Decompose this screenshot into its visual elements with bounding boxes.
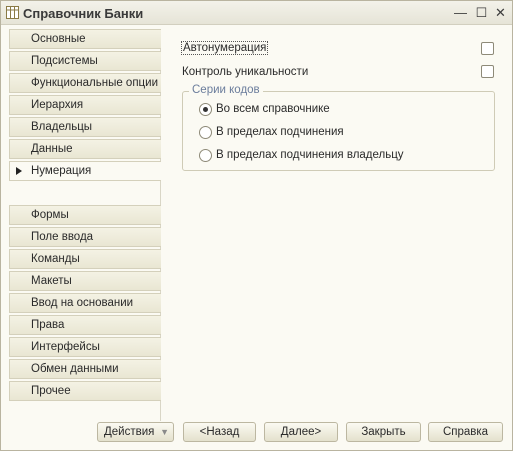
sidebar-item-interfeysy[interactable]: Интерфейсы bbox=[9, 337, 161, 357]
sidebar-item-makety[interactable]: Макеты bbox=[9, 271, 161, 291]
active-tab-marker-icon bbox=[16, 167, 22, 175]
radio-button[interactable] bbox=[199, 149, 212, 162]
sidebar-item-label: Права bbox=[31, 319, 65, 331]
sidebar-tabs: Основные Подсистемы Функциональные опции… bbox=[9, 29, 161, 421]
sidebar-item-label: Владельцы bbox=[31, 121, 93, 133]
sidebar-item-prochee[interactable]: Прочее bbox=[9, 381, 161, 401]
sidebar-item-label: Интерфейсы bbox=[31, 341, 100, 353]
sidebar-item-podsistemy[interactable]: Подсистемы bbox=[9, 51, 161, 71]
radio-label: В пределах подчинения bbox=[216, 126, 344, 138]
sidebar-item-label: Макеты bbox=[31, 275, 72, 287]
sidebar-item-pole-vvoda[interactable]: Поле ввода bbox=[9, 227, 161, 247]
numbering-panel: Автонумерация Контроль уникальности Сери… bbox=[162, 29, 504, 421]
sidebar-item-dannye[interactable]: Данные bbox=[9, 139, 161, 159]
actions-label: Действия bbox=[104, 426, 155, 438]
sidebar-item-vladeltsy[interactable]: Владельцы bbox=[9, 117, 161, 137]
code-series-title: Серии кодов bbox=[189, 84, 263, 96]
radio-label: В пределах подчинения владельцу bbox=[216, 149, 404, 161]
sidebar-item-prava[interactable]: Права bbox=[9, 315, 161, 335]
sidebar-item-label: Функциональные опции bbox=[31, 77, 158, 89]
sidebar-item-numeratsiya[interactable]: Нумерация bbox=[9, 161, 161, 181]
sidebar-item-label: Поле ввода bbox=[31, 231, 94, 243]
autonumbering-label: Автонумерация bbox=[181, 41, 269, 55]
sidebar-item-ierarkhiya[interactable]: Иерархия bbox=[9, 95, 161, 115]
sidebar-item-label: Подсистемы bbox=[31, 55, 98, 67]
radio-selected-dot bbox=[203, 107, 208, 112]
sidebar-item-label: Ввод на основании bbox=[31, 297, 134, 309]
table-icon bbox=[6, 6, 19, 19]
close-icon[interactable]: ✕ bbox=[493, 5, 508, 20]
window-title: Справочник Банки bbox=[23, 6, 144, 21]
sidebar-item-komandy[interactable]: Команды bbox=[9, 249, 161, 269]
sidebar-item-label: Основные bbox=[31, 33, 86, 45]
autonumbering-checkbox[interactable] bbox=[481, 42, 494, 55]
sidebar-item-vvod-na-osnovanii[interactable]: Ввод на основании bbox=[9, 293, 161, 313]
sidebar-item-label: Команды bbox=[31, 253, 80, 265]
sidebar-item-label: Прочее bbox=[31, 385, 71, 397]
back-button[interactable]: <Назад bbox=[183, 422, 256, 442]
sidebar-item-label: Обмен данными bbox=[31, 363, 119, 375]
sidebar-item-funktsionalnye-optsii[interactable]: Функциональные опции bbox=[9, 73, 161, 93]
sidebar-item-osnovnye[interactable]: Основные bbox=[9, 29, 161, 49]
dropdown-arrow-icon: ▼ bbox=[160, 427, 169, 437]
sidebar-item-obmen-dannymi[interactable]: Обмен данными bbox=[9, 359, 161, 379]
close-button[interactable]: Закрыть bbox=[346, 422, 421, 442]
help-button[interactable]: Справка bbox=[428, 422, 503, 442]
sidebar-item-label: Нумерация bbox=[31, 165, 92, 177]
title-bar[interactable]: Справочник Банки — ☐ ✕ bbox=[1, 1, 512, 25]
uniqueness-label: Контроль уникальности bbox=[182, 66, 309, 78]
minimize-icon[interactable]: — bbox=[453, 5, 468, 20]
dialog-window: Справочник Банки — ☐ ✕ Основные Подсисте… bbox=[0, 0, 513, 451]
radio-button[interactable] bbox=[199, 126, 212, 139]
next-button[interactable]: Далее> bbox=[264, 422, 338, 442]
sidebar-item-label: Иерархия bbox=[31, 99, 84, 111]
maximize-icon[interactable]: ☐ bbox=[474, 5, 489, 20]
sidebar-item-label: Формы bbox=[31, 209, 69, 221]
radio-button[interactable] bbox=[199, 103, 212, 116]
uniqueness-checkbox[interactable] bbox=[481, 65, 494, 78]
sidebar-item-label: Данные bbox=[31, 143, 73, 155]
sidebar-item-formy[interactable]: Формы bbox=[9, 205, 161, 225]
actions-dropdown-button[interactable]: Действия ▼ bbox=[97, 422, 174, 442]
radio-label: Во всем справочнике bbox=[216, 103, 330, 115]
